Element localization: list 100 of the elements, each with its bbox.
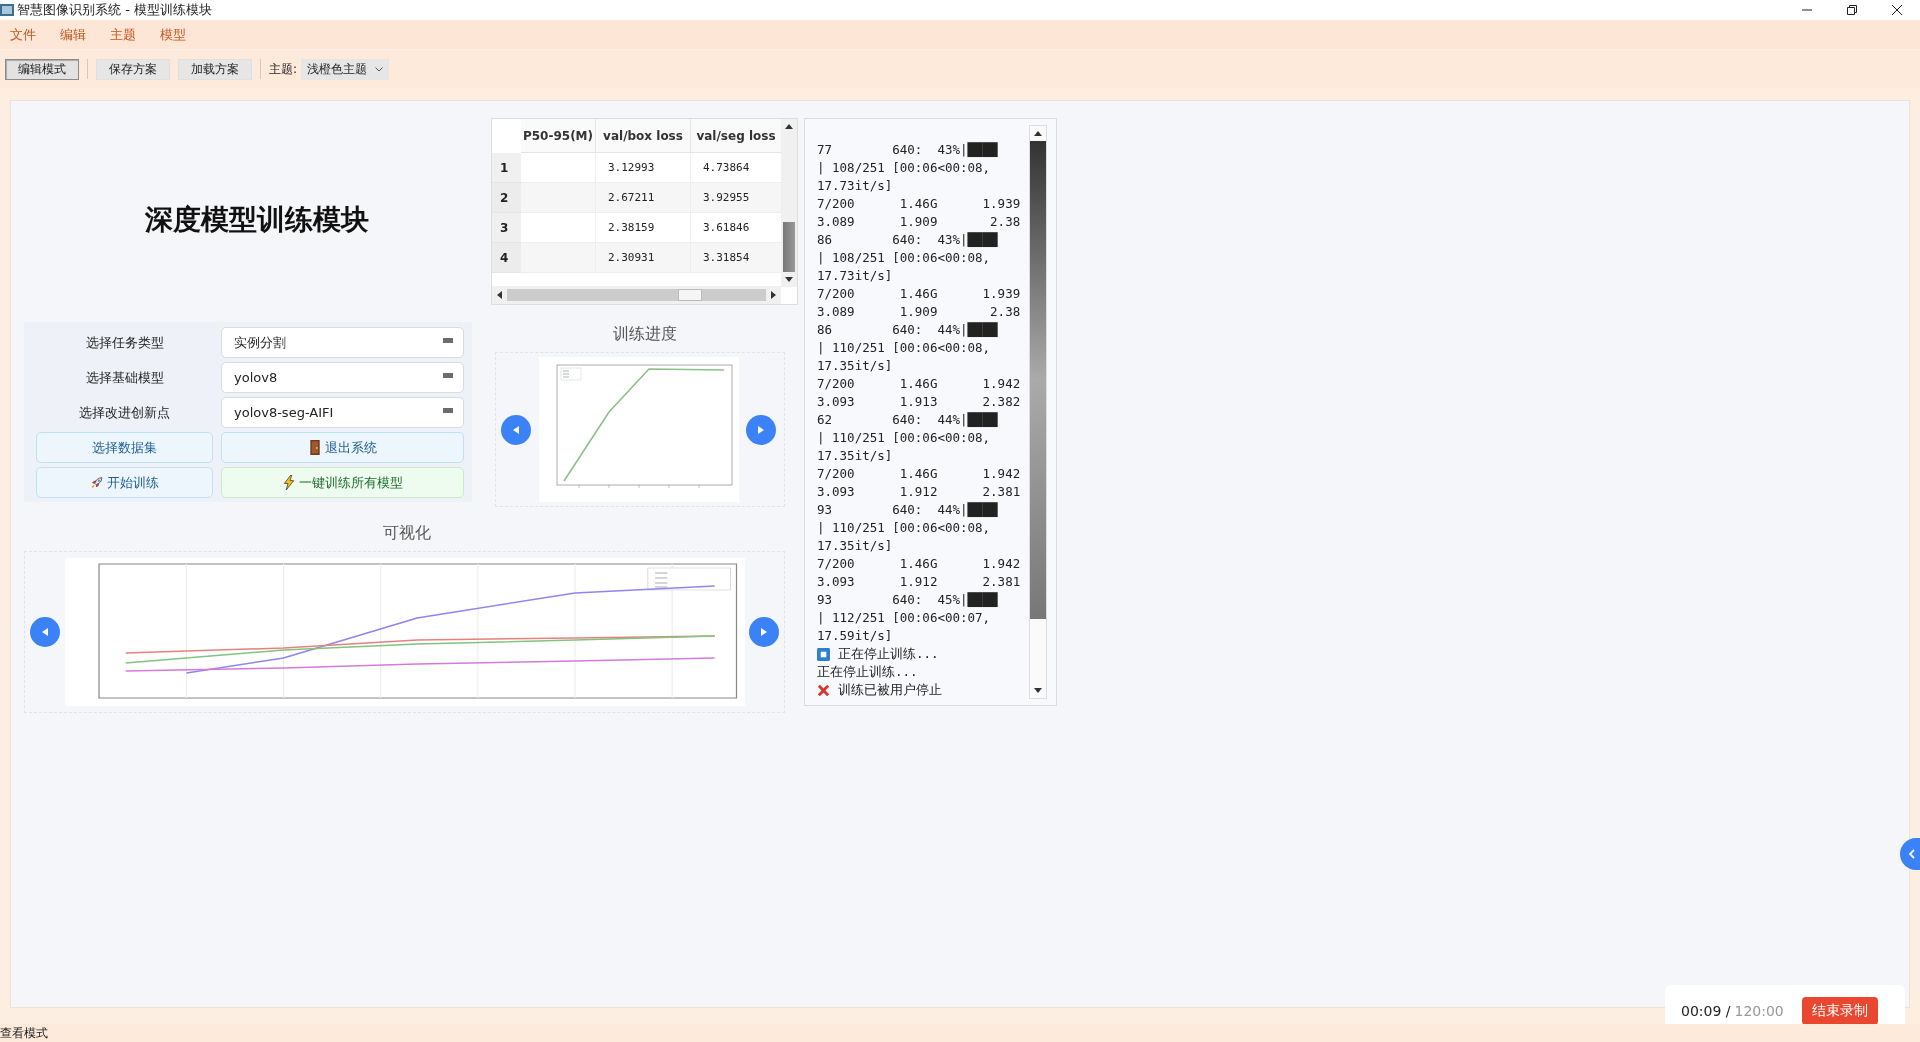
down-arrow-icon[interactable]: [785, 277, 793, 282]
table-cell: 3.31854: [691, 243, 782, 273]
menu-item[interactable]: 编辑: [60, 25, 86, 44]
vertical-scrollbar[interactable]: [781, 119, 797, 287]
log-line: | 108/251 [00:06<00:08,: [817, 249, 992, 267]
left-triangle-icon: [513, 425, 519, 434]
cross-icon: [817, 683, 830, 697]
dash-icon: [443, 338, 453, 343]
scrollbar-thumb[interactable]: [783, 222, 795, 272]
scrollbar-thumb[interactable]: [678, 289, 702, 301]
door-icon: [308, 440, 321, 455]
dash-icon: [443, 408, 453, 413]
log-line: 86 640: 43%|████: [817, 231, 999, 249]
log-line: 7/200 1.46G 1.942: [817, 375, 1022, 393]
column-header: val/box loss: [596, 119, 691, 153]
table-cell: 2.67211: [596, 183, 691, 213]
log-line: | 112/251 [00:06<00:07,: [817, 609, 992, 627]
vertical-scrollbar[interactable]: [1029, 125, 1047, 699]
table-cell: 3.92955: [691, 183, 782, 213]
dash-icon: [443, 373, 453, 378]
log-line: 7/200 1.46G 1.942: [817, 465, 1022, 483]
next-button[interactable]: [746, 414, 776, 445]
page-heading: 深度模型训练模块: [145, 202, 369, 238]
log-line: 62 640: 44%|████: [817, 411, 999, 429]
section-title: 可视化: [381, 523, 432, 544]
menu-item[interactable]: 模型: [160, 25, 186, 44]
log-line: | 110/251 [00:06<00:08,: [817, 339, 992, 357]
log-line: 86 640: 44%|████: [817, 321, 999, 339]
log-line: 17.35it/s]: [817, 537, 894, 555]
row-header: 4: [492, 243, 521, 273]
log-line: | 108/251 [00:06<00:08,: [817, 159, 992, 177]
up-arrow-icon[interactable]: [1034, 131, 1042, 136]
previous-button[interactable]: [30, 617, 60, 647]
toolbar-button[interactable]: 加载方案: [178, 58, 252, 80]
log-message: 训练已被用户停止: [838, 681, 942, 699]
restore-icon[interactable]: [1847, 5, 1857, 15]
elapsed-time: 00:09 /: [1681, 1003, 1731, 1019]
theme-label: 主题:: [269, 60, 298, 78]
log-line: 17.73it/s]: [817, 267, 894, 285]
log-line: 7/200 1.46G 1.942: [817, 555, 1022, 573]
app-icon: [0, 4, 14, 16]
column-header: val/seg loss: [691, 119, 782, 153]
window-title: 智慧图像识别系统 - 模型训练模块: [17, 1, 212, 19]
action-button[interactable]: 开始训练: [36, 467, 213, 498]
stop-square-icon: [817, 647, 830, 661]
up-arrow-icon[interactable]: [785, 124, 793, 129]
toolbar-button[interactable]: 编辑模式: [5, 58, 79, 80]
field-label: 选择基础模型: [84, 368, 165, 387]
close-icon[interactable]: [1892, 5, 1902, 15]
previous-button[interactable]: [501, 414, 531, 445]
row-header: 1: [492, 153, 521, 183]
toolbar-button[interactable]: 保存方案: [96, 58, 170, 80]
row-header: 3: [492, 213, 521, 243]
scrollbar-track[interactable]: [507, 289, 766, 301]
log-line: 3.093 1.912 2.381: [817, 573, 1022, 591]
row-header: 2: [492, 183, 521, 213]
log-line: | 110/251 [00:06<00:08,: [817, 429, 992, 447]
dropdown[interactable]: yolov8: [221, 362, 464, 393]
log-line: | 110/251 [00:06<00:08,: [817, 519, 992, 537]
chart-legend: [560, 367, 581, 381]
menu-item[interactable]: 文件: [10, 25, 36, 44]
log-message: 正在停止训练...: [838, 645, 939, 663]
right-triangle-icon: [761, 628, 767, 636]
log-line: 7/200 1.46G 1.939: [817, 285, 1022, 303]
dropdown[interactable]: yolov8-seg-AIFI: [221, 397, 464, 428]
log-line: 3.093 1.912 2.381: [817, 483, 1022, 501]
table-cell: 2.30931: [596, 243, 691, 273]
stop-recording-button[interactable]: 结束录制: [1801, 997, 1878, 1025]
log-message: 正在停止训练...: [817, 663, 918, 681]
time-limit: 120:00: [1734, 1003, 1784, 1019]
log-line: 3.089 1.909 2.38: [817, 303, 1022, 321]
right-arrow-icon[interactable]: [771, 291, 776, 299]
log-line: 3.093 1.913 2.382: [817, 393, 1022, 411]
rocket-icon: [90, 475, 103, 490]
left-arrow-icon[interactable]: [497, 291, 502, 299]
scrollbar-thumb[interactable]: [1030, 141, 1046, 619]
log-line: 93 640: 44%|████: [817, 501, 999, 519]
chevron-down-icon: [375, 66, 384, 72]
log-line: 17.59it/s]: [817, 627, 894, 645]
log-line: 3.089 1.909 2.38: [817, 213, 1022, 231]
field-label: 选择任务类型: [84, 333, 165, 352]
log-line: 17.73it/s]: [817, 177, 894, 195]
left-triangle-icon: [42, 628, 48, 636]
log-line: 93 640: 45%|████: [817, 591, 999, 609]
right-triangle-icon: [758, 425, 764, 434]
action-button[interactable]: 选择数据集: [36, 432, 213, 463]
lightning-icon: [282, 475, 295, 490]
down-arrow-icon[interactable]: [1034, 688, 1042, 693]
dropdown[interactable]: 实例分割: [221, 327, 464, 358]
action-button[interactable]: 一键训练所有模型: [221, 467, 464, 498]
menu-item[interactable]: 主题: [110, 25, 136, 44]
section-title: 训练进度: [611, 324, 678, 345]
horizontal-scrollbar[interactable]: [492, 286, 781, 304]
next-button[interactable]: [749, 617, 779, 647]
log-line: 17.35it/s]: [817, 447, 894, 465]
field-label: 选择改进创新点: [78, 403, 171, 422]
log-line: 7/200 1.46G 1.939: [817, 195, 1022, 213]
action-button[interactable]: 退出系统: [221, 432, 464, 463]
chevron-left-icon: [1908, 849, 1915, 859]
theme-dropdown[interactable]: 浅橙色主题: [301, 58, 390, 80]
